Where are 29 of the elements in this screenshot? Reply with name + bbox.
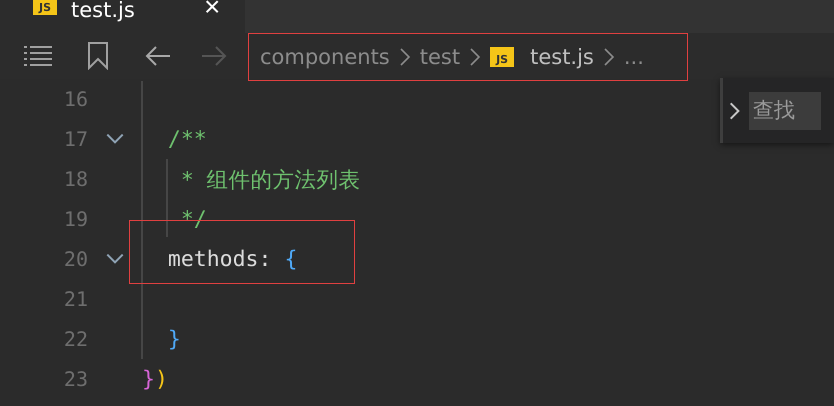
code-token: {	[284, 246, 298, 272]
tab-title: test.js	[71, 0, 135, 24]
editor-tab[interactable]: JS test.js ×	[0, 0, 245, 33]
js-file-icon: JS	[490, 47, 514, 67]
chevron-right-icon	[398, 46, 412, 68]
js-file-icon: JS	[33, 0, 57, 15]
breadcrumb-item[interactable]: test.js	[530, 45, 594, 69]
chevron-right-icon	[602, 46, 616, 68]
chevron-right-icon	[468, 46, 482, 68]
line-number: 18	[62, 167, 88, 191]
code-token: methods	[166, 246, 258, 272]
breadcrumb-item[interactable]: test	[420, 45, 460, 69]
code-token: :	[258, 246, 272, 272]
line-number: 23	[62, 367, 88, 391]
line-number: 16	[62, 87, 88, 111]
line-number: 22	[62, 327, 88, 351]
breadcrumb-item[interactable]: ...	[624, 45, 644, 69]
code-token: * 组件的方法列表	[180, 166, 361, 194]
code-token: }	[142, 366, 155, 392]
breadcrumb-item[interactable]: components	[260, 45, 390, 69]
close-button[interactable]: ×	[200, 0, 224, 23]
line-number: 19	[62, 207, 88, 231]
find-input[interactable]: 查找	[749, 92, 821, 130]
code-token: }	[166, 326, 181, 352]
code-token: /**	[166, 126, 207, 152]
line-number: 21	[62, 287, 88, 311]
code-token: )	[154, 366, 168, 392]
line-number: 17	[62, 127, 88, 151]
line-number: 20	[62, 247, 88, 271]
